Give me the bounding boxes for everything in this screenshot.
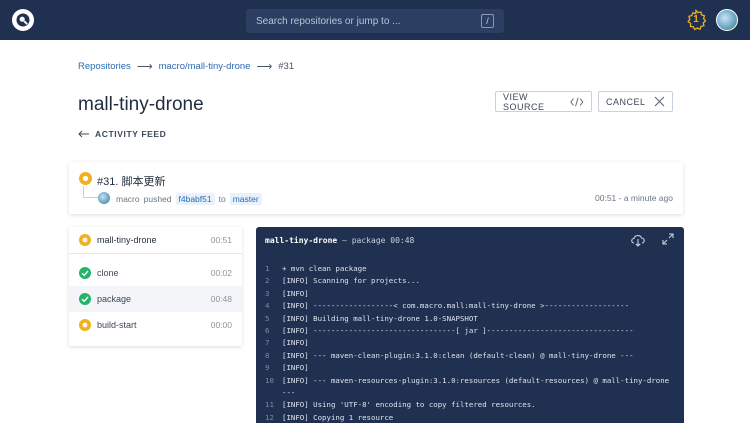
log-header: mall-tiny-drone — package 00:48 bbox=[265, 236, 414, 245]
log-line-number: 10 bbox=[265, 375, 274, 385]
log-line-number: 7 bbox=[265, 338, 270, 348]
log-line: 12 [INFO] Copying 1 resource bbox=[265, 412, 677, 423]
log-line-text: [INFO] bbox=[282, 338, 309, 348]
cancel-label: CANCEL bbox=[606, 96, 646, 107]
log-line-number: 4 bbox=[265, 301, 270, 311]
top-navigation-bar: Search repositories or jump to ... / 1 bbox=[0, 0, 750, 40]
log-line-text: [INFO] Copying 1 resource bbox=[282, 412, 394, 422]
log-line-number: 6 bbox=[265, 326, 270, 336]
log-line-number: 8 bbox=[265, 350, 270, 360]
log-line-text: [INFO] Scanning for projects... bbox=[282, 276, 420, 286]
download-cloud-icon[interactable] bbox=[630, 233, 646, 247]
log-pipeline-name: mall-tiny-drone bbox=[265, 236, 338, 245]
pipeline-stages: mall-tiny-drone 00:51 clone 00:02 packag… bbox=[69, 227, 242, 346]
build-time: 00:51 - a minute ago bbox=[595, 193, 673, 203]
log-line-text: [INFO] Building mall-tiny-drone 1.0-SNAP… bbox=[282, 313, 478, 323]
log-line: 6 [INFO] --------------------------------… bbox=[265, 325, 677, 337]
log-line: 9 [INFO] bbox=[265, 362, 677, 374]
view-source-label: VIEW SOURCE bbox=[503, 91, 545, 112]
log-line-number: 1 bbox=[265, 264, 270, 273]
log-actions bbox=[630, 233, 674, 247]
log-line: 5 [INFO] Building mall-tiny-drone 1.0-SNA… bbox=[265, 313, 677, 325]
code-icon bbox=[570, 97, 584, 106]
search-placeholder: Search repositories or jump to ... bbox=[256, 15, 401, 27]
log-line-text: [INFO] --- maven-clean-plugin:3.1.0:clea… bbox=[282, 350, 634, 360]
cancel-button[interactable]: CANCEL bbox=[598, 91, 673, 112]
log-line: 2 [INFO] Scanning for projects... bbox=[265, 275, 677, 287]
notification-button[interactable]: 1 bbox=[685, 9, 707, 31]
log-line-text: [INFO] ------------------< com.macro.mal… bbox=[282, 301, 630, 311]
close-icon bbox=[654, 96, 664, 107]
log-separator: — bbox=[342, 236, 347, 245]
breadcrumb-repositories[interactable]: Repositories bbox=[78, 61, 131, 72]
stage-item-build-start[interactable]: build-start 00:00 bbox=[69, 312, 242, 338]
log-line: 7 [INFO] bbox=[265, 337, 677, 349]
log-duration: 00:48 bbox=[390, 236, 415, 245]
running-status-icon bbox=[79, 319, 91, 331]
log-line: 11 [INFO] Using 'UTF-8' encoding to copy … bbox=[265, 399, 677, 411]
search-shortcut-key: / bbox=[481, 14, 494, 28]
log-line-number: 9 bbox=[265, 363, 270, 373]
stage-item-clone[interactable]: clone 00:02 bbox=[69, 260, 242, 286]
breadcrumb-arrow-icon: ⟶ bbox=[136, 61, 153, 73]
log-line-text: [INFO] --------------------------------[… bbox=[282, 326, 634, 336]
log-line-text: [INFO] Using 'UTF-8' encoding to copy fi… bbox=[282, 400, 536, 410]
stage-time: 00:48 bbox=[210, 294, 232, 304]
view-source-button[interactable]: VIEW SOURCE bbox=[495, 91, 592, 112]
stage-name: package bbox=[97, 294, 132, 304]
activity-feed-label: ACTIVITY FEED bbox=[95, 129, 167, 139]
stage-name: clone bbox=[97, 268, 119, 278]
log-line-number: 11 bbox=[265, 400, 274, 410]
build-summary-card: #31. 脚本更新 macro pushed f4babf51 to maste… bbox=[69, 162, 683, 214]
log-output-panel: mall-tiny-drone — package 00:48 1 + mvn c… bbox=[256, 227, 684, 423]
stage-header-time: 00:51 bbox=[210, 235, 232, 245]
breadcrumb-build: #31 bbox=[278, 61, 295, 72]
log-line: 3 [INFO] bbox=[265, 288, 677, 300]
breadcrumb-arrow-icon: ⟶ bbox=[256, 61, 273, 73]
commit-connector bbox=[83, 186, 99, 198]
log-line-number: 3 bbox=[265, 288, 270, 298]
breadcrumb-repo[interactable]: macro/mall-tiny-drone bbox=[159, 61, 251, 72]
log-line: 4 [INFO] ------------------< com.macro.ma… bbox=[265, 300, 677, 312]
success-check-icon bbox=[79, 293, 91, 305]
stage-header[interactable]: mall-tiny-drone 00:51 bbox=[69, 227, 242, 254]
commit-action: pushed bbox=[143, 194, 172, 204]
activity-feed-link[interactable]: ACTIVITY FEED bbox=[78, 129, 166, 139]
success-check-icon bbox=[79, 267, 91, 279]
log-line-number: 12 bbox=[265, 412, 274, 422]
notification-count: 1 bbox=[693, 14, 699, 25]
log-line-text: [INFO] bbox=[282, 288, 309, 298]
log-line-text: + mvn clean package bbox=[282, 264, 367, 273]
arrow-left-icon bbox=[78, 130, 89, 138]
breadcrumb: Repositories ⟶ macro/mall-tiny-drone ⟶ #… bbox=[78, 60, 294, 73]
page-title: mall-tiny-drone bbox=[78, 94, 204, 115]
stage-header-name: mall-tiny-drone bbox=[97, 235, 157, 245]
log-line: 8 [INFO] --- maven-clean-plugin:3.1.0:cle… bbox=[265, 350, 677, 362]
log-line-text: [INFO] bbox=[282, 363, 309, 373]
stage-name: build-start bbox=[97, 320, 137, 330]
commit-to-word: to bbox=[218, 194, 226, 204]
expand-icon[interactable] bbox=[662, 233, 674, 245]
commit-author-avatar bbox=[98, 192, 110, 204]
commit-author: macro bbox=[116, 194, 140, 204]
log-step-name: package bbox=[351, 236, 386, 245]
log-line-number: 5 bbox=[265, 313, 270, 323]
log-line-number: 2 bbox=[265, 276, 270, 286]
drone-logo-icon[interactable] bbox=[12, 9, 34, 31]
running-status-icon bbox=[79, 172, 92, 185]
log-line: 10 [INFO] --- maven-resources-plugin:3.1.… bbox=[265, 375, 677, 400]
log-line-text: [INFO] --- maven-resources-plugin:3.1.0:… bbox=[282, 375, 674, 398]
build-title: #31. 脚本更新 bbox=[97, 176, 166, 188]
branch-link[interactable]: master bbox=[229, 193, 262, 205]
stage-time: 00:02 bbox=[210, 268, 232, 278]
commit-info: macro pushed f4babf51 to master bbox=[116, 193, 262, 205]
stage-item-package[interactable]: package 00:48 bbox=[69, 286, 242, 312]
running-status-icon bbox=[79, 234, 91, 246]
search-input[interactable]: Search repositories or jump to ... / bbox=[246, 9, 504, 33]
stage-time: 00:00 bbox=[210, 320, 232, 330]
log-lines: 1 + mvn clean package 2 [INFO] Scanning for… bbox=[265, 263, 677, 423]
commit-hash-link[interactable]: f4babf51 bbox=[175, 193, 215, 205]
log-line: 1 + mvn clean package bbox=[265, 263, 677, 275]
user-avatar[interactable] bbox=[716, 9, 738, 31]
